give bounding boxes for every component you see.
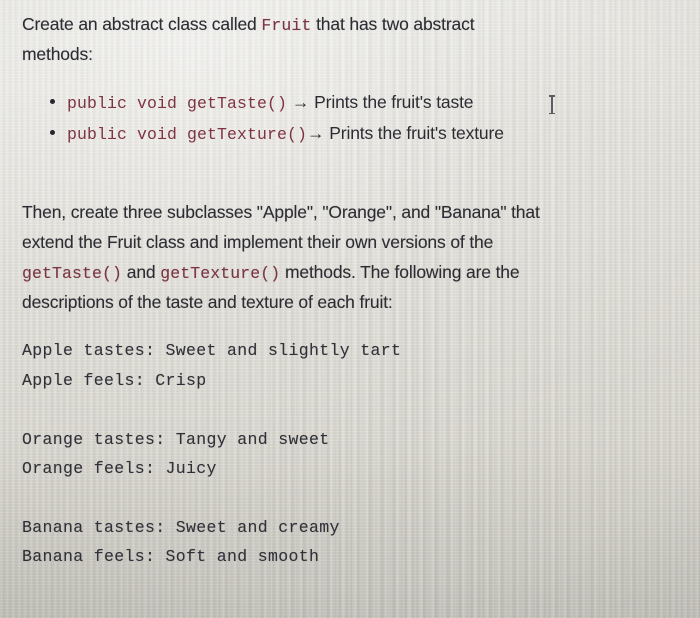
bullet-1-arrow: →: [291, 92, 310, 112]
inline-code-gettaste: getTaste(): [22, 264, 123, 283]
orange-feels-line: Orange feels: Juicy: [22, 459, 217, 478]
bullet-dot-icon: [50, 99, 55, 104]
list-item: public void getTexture() → Prints the fru…: [50, 123, 504, 144]
banana-feels-line: Banana feels: Soft and smooth: [22, 547, 320, 566]
bullet-1-code: public void getTaste(): [67, 94, 288, 113]
intro-line-1: Create an abstract class called Fruit th…: [22, 14, 475, 35]
paragraph-line-4: descriptions of the taste and texture of…: [22, 292, 393, 312]
assignment-text-content: Create an abstract class called Fruit th…: [0, 0, 700, 618]
paragraph-line-3-mid: and: [122, 262, 161, 282]
apple-feels-line: Apple feels: Crisp: [22, 371, 207, 390]
paragraph-line-1: Then, create three subclasses "Apple", "…: [22, 202, 540, 222]
bullet-dot-icon: [50, 130, 55, 135]
bullet-1-description-text: Prints the fruit's taste: [314, 92, 474, 112]
bullet-2-description-text: Prints the fruit's texture: [329, 123, 504, 143]
banana-taste-line: Banana tastes: Sweet and creamy: [22, 518, 340, 537]
list-item: public void getTaste() → Prints the frui…: [50, 92, 474, 113]
bullet-2-arrow: →: [307, 123, 325, 143]
paragraph-line-3-post: methods. The following are the: [280, 262, 520, 282]
intro-line-2: methods:: [22, 44, 93, 64]
paragraph-line-3: getTaste() and getTexture() methods. The…: [22, 262, 520, 283]
inline-code-fruit: Fruit: [261, 16, 312, 35]
intro-line-1-pre: Create an abstract class called: [22, 14, 262, 34]
intro-line-1-post: that has two abstract: [311, 14, 475, 34]
orange-taste-line: Orange tastes: Tangy and sweet: [22, 430, 330, 449]
text-cursor-caret: [549, 95, 554, 114]
screenshot-page: Create an abstract class called Fruit th…: [0, 0, 700, 618]
inline-code-gettexture: getTexture(): [160, 264, 281, 283]
paragraph-line-2: extend the Fruit class and implement the…: [22, 232, 494, 252]
bullet-2-code: public void getTexture(): [67, 125, 308, 144]
apple-taste-line: Apple tastes: Sweet and slightly tart: [22, 341, 402, 360]
